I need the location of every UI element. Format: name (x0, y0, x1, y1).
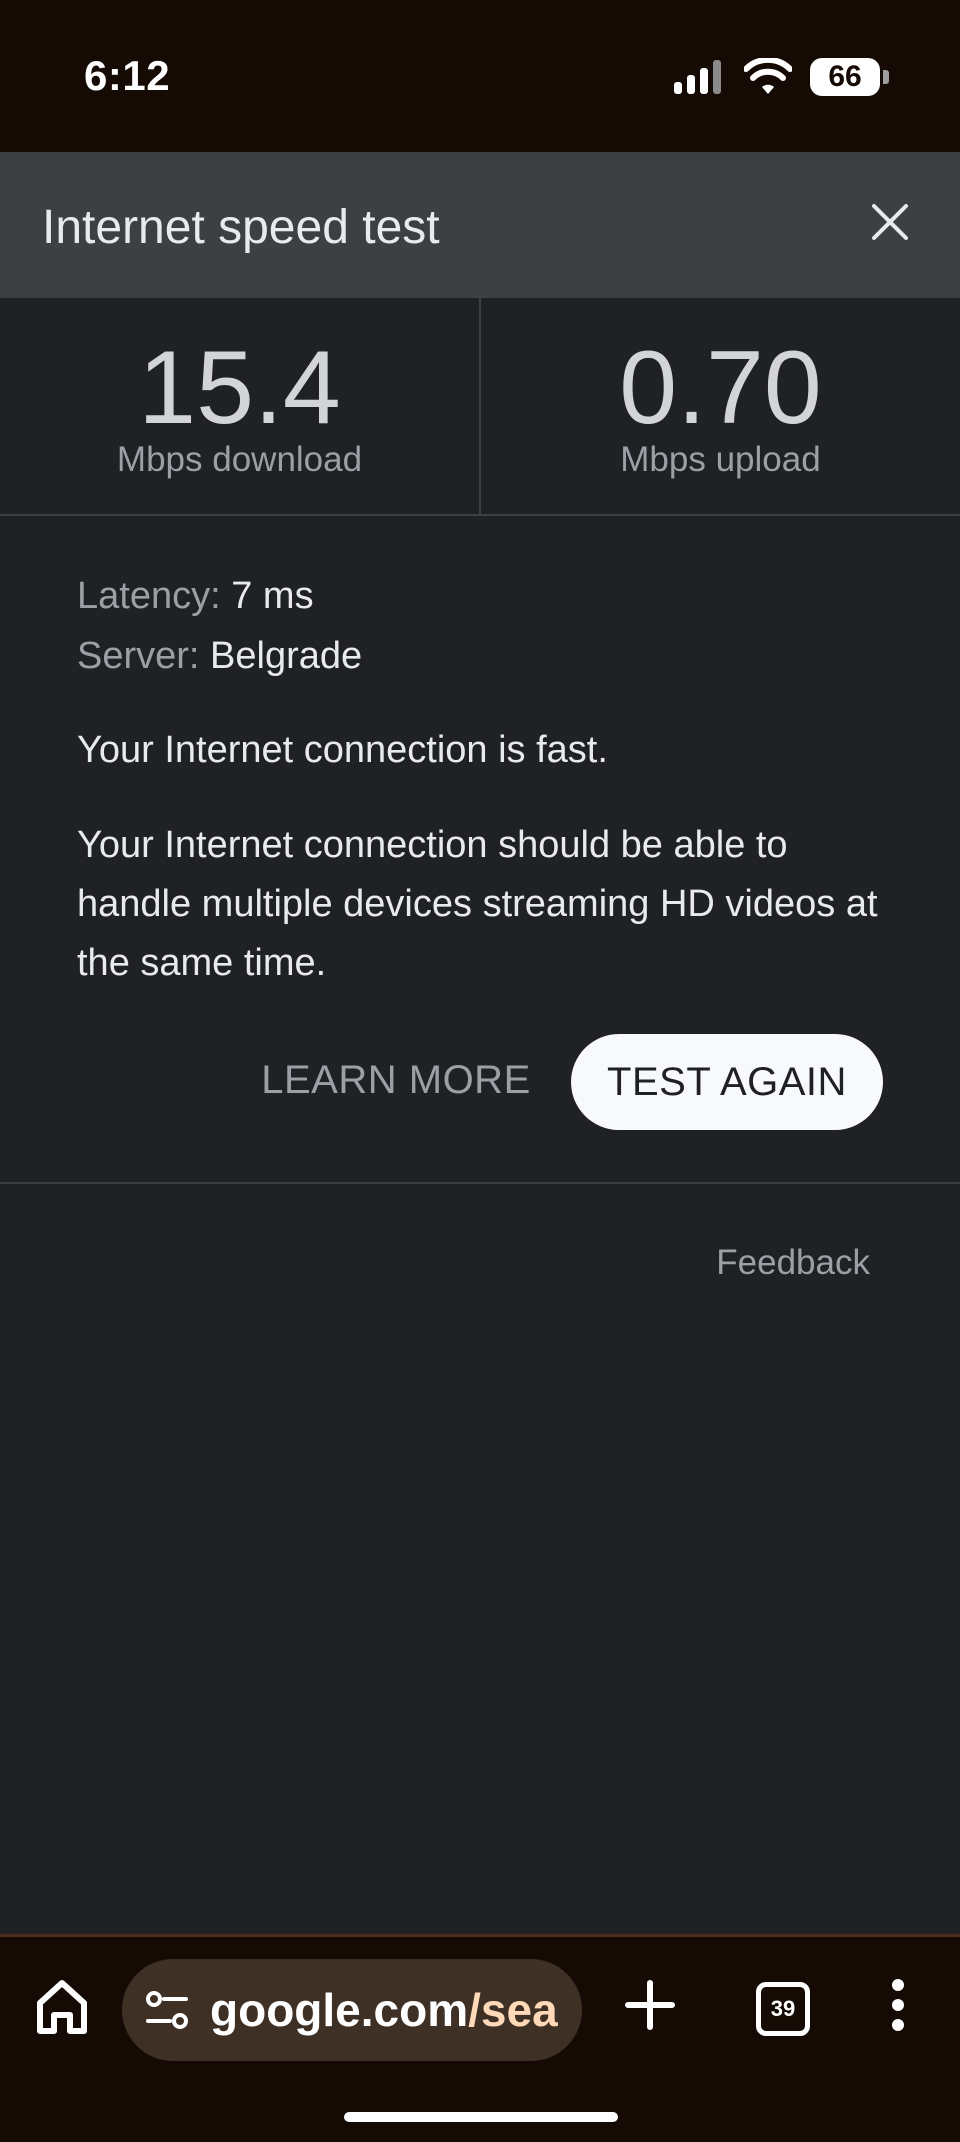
section-divider (0, 1182, 960, 1184)
tab-switcher-icon[interactable]: 39 (756, 1982, 810, 2036)
status-time: 6:12 (84, 52, 171, 99)
system-navigation-area (0, 2082, 960, 2142)
url-host: google.com (210, 1984, 469, 2036)
learn-more-button[interactable]: LEARN MORE (254, 1035, 538, 1125)
status-bar: 6:12 66 (0, 0, 960, 152)
close-icon (872, 204, 908, 240)
tab-count: 39 (770, 1996, 796, 2021)
site-settings-icon[interactable] (142, 1985, 192, 2035)
signal-icon (674, 60, 721, 94)
test-details: Latency: 7 ms Server: Belgrade (77, 566, 897, 686)
connection-verdict: Your Internet connection is fast. (77, 729, 608, 771)
latency-value: 7 ms (231, 575, 314, 617)
more-menu-icon[interactable] (880, 1973, 916, 2037)
close-button[interactable] (860, 192, 920, 252)
download-result: 15.4 Mbps download (0, 298, 479, 514)
speed-test-header: Internet speed test (0, 152, 960, 296)
server-value: Belgrade (210, 635, 363, 677)
upload-result: 0.70 Mbps upload (479, 298, 960, 514)
upload-speed-value: 0.70 (619, 330, 822, 446)
battery-level: 66 (828, 60, 862, 93)
address-bar[interactable]: google.com/sea (122, 1959, 582, 2061)
latency-label: Latency: (77, 575, 221, 617)
status-icons: 66 (674, 52, 889, 102)
battery-icon: 66 (810, 58, 889, 96)
new-tab-icon[interactable] (622, 1977, 678, 2033)
page-title: Internet speed test (42, 201, 440, 254)
wifi-icon (744, 58, 792, 94)
upload-speed-unit: Mbps upload (620, 440, 821, 479)
url-path: /sea (468, 1984, 558, 2036)
download-speed-unit: Mbps download (116, 440, 363, 479)
url-text: google.com/sea (210, 1983, 558, 2037)
test-again-button[interactable]: TEST AGAIN (571, 1034, 883, 1130)
download-speed-value: 15.4 (138, 330, 341, 446)
latency-line: Latency: 7 ms (77, 566, 897, 626)
battery-tip (883, 70, 889, 84)
browser-toolbar: google.com/sea 39 (0, 1934, 960, 2082)
speed-results: 15.4 Mbps download 0.70 Mbps upload (0, 296, 960, 516)
connection-description: Your Internet connection should be able … (77, 824, 878, 984)
server-label: Server: (77, 635, 200, 677)
server-line: Server: Belgrade (77, 626, 897, 686)
home-icon[interactable] (32, 1975, 92, 2039)
gesture-handle[interactable] (344, 2112, 618, 2122)
feedback-link[interactable]: Feedback (716, 1243, 870, 1283)
